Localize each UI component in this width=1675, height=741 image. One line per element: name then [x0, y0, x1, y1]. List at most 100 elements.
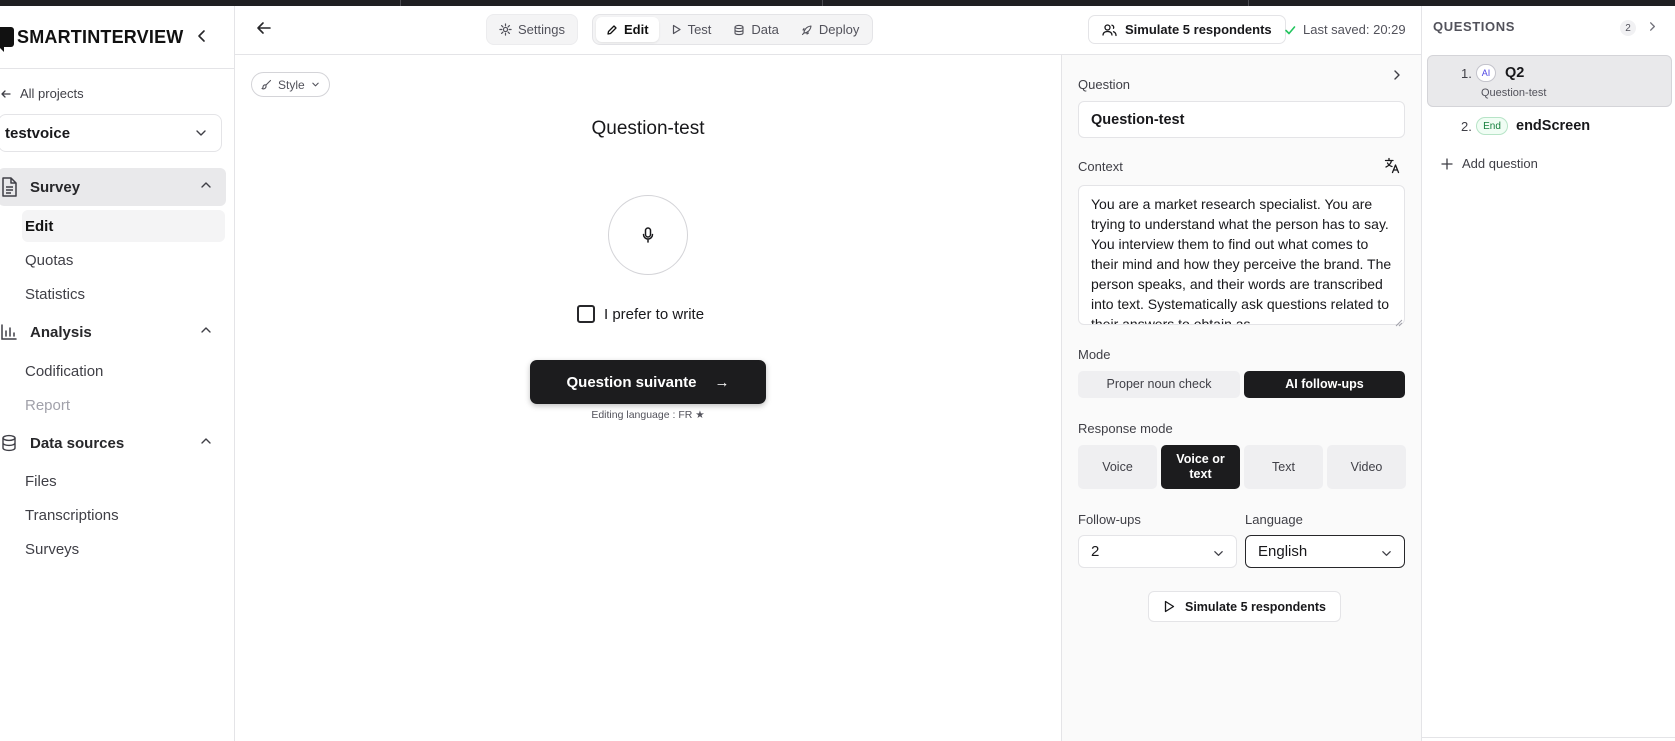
add-question-label: Add question [1462, 156, 1538, 171]
question-subtitle: Question-test [1481, 87, 1547, 99]
tab-test[interactable]: Test [661, 17, 722, 42]
checkbox[interactable] [577, 305, 595, 323]
nav-item-label: Statistics [25, 285, 86, 303]
followups-select[interactable]: 2 [1078, 535, 1237, 568]
preview-question-title: Question-test [591, 118, 705, 139]
settings-tab[interactable]: Settings [486, 14, 578, 45]
resize-handle[interactable] [1394, 314, 1403, 330]
nav-item-label: Surveys [25, 540, 80, 558]
arrow-left-icon [257, 22, 271, 34]
mode-toggle: Proper noun check AI follow-ups [1078, 371, 1405, 398]
chevron-up-icon [201, 182, 211, 188]
nav-item-quotas[interactable]: Quotas [22, 244, 225, 276]
question-config-panel [1061, 55, 1421, 741]
pencil-icon [607, 24, 617, 35]
main-tabs: Edit Test Data Deploy [592, 14, 874, 45]
record-voice-button[interactable] [608, 195, 688, 275]
gear-icon [499, 23, 512, 36]
ai-badge: AI [1476, 64, 1496, 82]
translate-button[interactable] [1384, 157, 1401, 177]
sidebar-divider [0, 68, 235, 69]
nav-group-survey[interactable]: Survey [0, 168, 226, 206]
questions-panel-title: QUESTIONS [1433, 19, 1515, 34]
expand-panel-button[interactable] [1391, 68, 1403, 84]
tab-label: Edit [624, 22, 649, 37]
nav-item-statistics[interactable]: Statistics [22, 278, 225, 310]
document-icon [0, 177, 20, 197]
settings-label: Settings [518, 22, 565, 37]
context-field-label: Context [1078, 159, 1123, 174]
response-mode-toggle: Voice Voice or text Text Video [1078, 445, 1406, 489]
tab-data[interactable]: Data [723, 17, 788, 42]
play-icon [1164, 600, 1175, 613]
prefer-write-label: I prefer to write [604, 305, 705, 323]
response-option-voice[interactable]: Voice [1078, 445, 1157, 489]
database-icon [0, 434, 20, 452]
simulate-respondents-button[interactable]: Simulate 5 respondents [1088, 15, 1286, 44]
collapse-sidebar-button[interactable] [194, 27, 210, 47]
style-label: Style [278, 77, 305, 92]
question-list-item[interactable]: 2. End endScreen [1427, 111, 1672, 141]
tab-edit[interactable]: Edit [596, 17, 659, 42]
simulate-label: Simulate 5 respondents [1125, 22, 1272, 37]
nav-item-label: Files [25, 472, 57, 490]
prefer-write-checkbox[interactable]: I prefer to write [577, 305, 704, 323]
nav-item-label: Edit [25, 217, 54, 235]
question-list-item[interactable]: 1. AI Q2 Question-test [1427, 55, 1672, 107]
panel-bottom-divider [1421, 737, 1675, 738]
nav-group-label: Data sources [30, 434, 125, 452]
question-input[interactable]: Question-test [1078, 101, 1405, 138]
chevron-up-icon [201, 327, 211, 333]
simulate-label: Simulate 5 respondents [1185, 599, 1327, 614]
nav-item-label: Report [25, 396, 71, 414]
tab-deploy[interactable]: Deploy [791, 17, 869, 42]
nav-item-report[interactable]: Report [22, 389, 225, 421]
nav-item-codification[interactable]: Codification [22, 355, 225, 387]
project-name: testvoice [5, 124, 71, 142]
app-logo[interactable]: SMARTINTERVIEW [0, 24, 183, 52]
chevron-left-icon [198, 30, 205, 42]
chevron-down-icon [311, 82, 319, 87]
language-select[interactable]: English [1245, 535, 1405, 568]
strip-divider [400, 0, 401, 6]
context-textarea[interactable]: You are a market research specialist. Yo… [1078, 185, 1405, 325]
nav-group-data-sources[interactable]: Data sources [0, 424, 226, 462]
microphone-icon [642, 227, 654, 243]
style-button[interactable]: Style [251, 72, 330, 97]
nav-group-label: Survey [30, 178, 81, 196]
nav-group-analysis[interactable]: Analysis [0, 313, 226, 351]
bar-chart-icon [0, 323, 20, 341]
users-icon [1102, 23, 1117, 36]
nav-item-label: Quotas [25, 251, 74, 269]
next-question-button[interactable]: Question suivante → [530, 360, 766, 404]
back-button[interactable] [255, 19, 275, 39]
end-badge: End [1476, 117, 1508, 135]
nav-group-label: Analysis [30, 323, 92, 341]
mode-option-proper-noun[interactable]: Proper noun check [1078, 371, 1240, 398]
nav-item-surveys[interactable]: Surveys [22, 533, 225, 565]
collapse-questions-button[interactable] [1647, 19, 1658, 35]
language-value: English [1258, 543, 1308, 560]
nav-item-files[interactable]: Files [22, 465, 225, 497]
response-option-text[interactable]: Text [1244, 445, 1323, 489]
mode-label: Mode [1078, 347, 1111, 362]
question-name: endScreen [1516, 118, 1591, 134]
question-number: 1. [1461, 66, 1472, 81]
nav-item-edit[interactable]: Edit [22, 210, 225, 242]
saved-text: Last saved: 20:29 [1303, 22, 1406, 37]
question-name: Q2 [1505, 65, 1525, 81]
tab-label: Test [687, 22, 712, 37]
add-question-button[interactable]: Add question [1441, 156, 1538, 171]
check-icon [1285, 25, 1296, 34]
project-select[interactable]: testvoice [0, 114, 222, 152]
response-option-voice-or-text[interactable]: Voice or text [1161, 445, 1240, 489]
mode-option-ai-followups[interactable]: AI follow-ups [1244, 371, 1405, 398]
chevron-right-icon [1650, 22, 1655, 31]
language-label: Language [1245, 512, 1303, 527]
editing-language-note: Editing language : FR ★ [591, 409, 705, 421]
chevron-down-icon [196, 130, 206, 136]
response-option-video[interactable]: Video [1327, 445, 1406, 489]
all-projects-link[interactable]: All projects [0, 86, 84, 101]
nav-item-transcriptions[interactable]: Transcriptions [22, 499, 225, 531]
simulate-respondents-panel-button[interactable]: Simulate 5 respondents [1148, 591, 1342, 622]
